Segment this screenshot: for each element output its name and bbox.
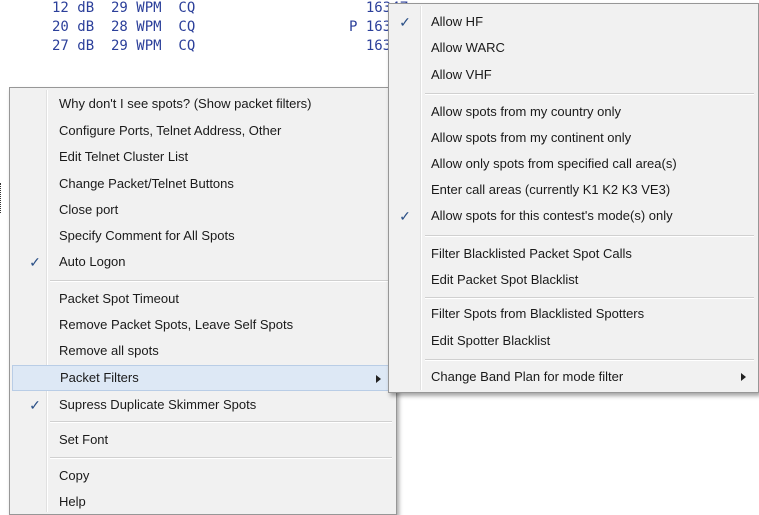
- menu-item-specify-comment[interactable]: Specify Comment for All Spots: [10, 223, 396, 249]
- menu-item-edit-telnet-cluster-list[interactable]: Edit Telnet Cluster List: [10, 144, 396, 170]
- spot-info: 27 dB 29 WPM CQ: [52, 38, 196, 54]
- menu-item-label: Copy: [59, 468, 90, 483]
- menu-item-label: Remove all spots: [59, 343, 159, 358]
- menu-item-label: Allow VHF: [431, 67, 492, 82]
- menu-item-remove-all-spots[interactable]: Remove all spots: [10, 338, 396, 364]
- menu-item-remove-packet-spots[interactable]: Remove Packet Spots, Leave Self Spots: [10, 312, 396, 338]
- chevron-right-icon: [376, 375, 381, 383]
- menu-item-packet-filters[interactable]: Packet Filters: [12, 365, 394, 391]
- window-edge-marker: [0, 183, 4, 213]
- menu-item-label: Allow spots from my continent only: [431, 130, 632, 145]
- menu-item-label: Specify Comment for All Spots: [59, 228, 235, 243]
- menu-item-label: Allow only spots from specified call are…: [431, 156, 677, 171]
- menu-item-auto-logon[interactable]: ✓ Auto Logon: [10, 249, 396, 275]
- spot-list: 12 dB 29 WPM CQ 1634Z 20 dB 28 WPM CQ P 16…: [0, 0, 408, 100]
- menu-item-label: Why don't I see spots? (Show packet filt…: [59, 96, 312, 111]
- submenu-item-enter-call-areas[interactable]: Enter call areas (currently K1 K2 K3 VE3…: [389, 177, 758, 203]
- menu-item-label: Remove Packet Spots, Leave Self Spots: [59, 317, 294, 332]
- menu-item-label: Allow spots from my country only: [431, 104, 622, 119]
- submenu-item-filter-blacklisted-calls[interactable]: Filter Blacklisted Packet Spot Calls: [389, 241, 758, 267]
- submenu-item-edit-packet-blacklist[interactable]: Edit Packet Spot Blacklist: [389, 267, 758, 293]
- spot-info: 20 dB 28 WPM CQ: [52, 19, 196, 35]
- menu-item-label: Change Packet/Telnet Buttons: [59, 176, 234, 191]
- submenu-item-my-continent-only[interactable]: Allow spots from my continent only: [389, 125, 758, 151]
- submenu-item-contest-modes-only[interactable]: ✓ Allow spots for this contest's mode(s)…: [389, 203, 758, 229]
- menu-item-label: Allow HF: [431, 14, 484, 29]
- menu-item-label: Close port: [59, 202, 119, 217]
- spot-row[interactable]: 12 dB 29 WPM CQ 1634Z: [52, 0, 408, 17]
- menu-item-supress-duplicate-skimmer[interactable]: ✓ Supress Duplicate Skimmer Spots: [10, 392, 396, 418]
- submenu-item-allow-vhf[interactable]: Allow VHF: [389, 62, 758, 88]
- menu-item-label: Enter call areas (currently K1 K2 K3 VE3…: [431, 182, 671, 197]
- submenu-item-allow-warc[interactable]: Allow WARC: [389, 35, 758, 61]
- menu-item-label: Edit Spotter Blacklist: [431, 333, 551, 348]
- menu-item-label: Auto Logon: [59, 254, 126, 269]
- menu-item-label: Allow WARC: [431, 40, 505, 55]
- menu-item-label: Edit Packet Spot Blacklist: [431, 272, 579, 287]
- menu-item-change-packet-buttons[interactable]: Change Packet/Telnet Buttons: [10, 171, 396, 197]
- checkmark-icon: ✓: [29, 397, 41, 413]
- menu-item-copy[interactable]: Copy: [10, 463, 396, 489]
- packet-filters-submenu: ✓ Allow HF Allow WARC Allow VHF Allow sp…: [388, 3, 759, 393]
- menu-separator: [50, 457, 392, 459]
- submenu-item-filter-blacklisted-spotters[interactable]: Filter Spots from Blacklisted Spotters: [389, 301, 758, 327]
- menu-item-set-font[interactable]: Set Font: [10, 427, 396, 453]
- packet-context-menu: Why don't I see spots? (Show packet filt…: [9, 87, 397, 515]
- menu-item-label: Packet Spot Timeout: [59, 291, 179, 306]
- menu-item-label: Supress Duplicate Skimmer Spots: [59, 397, 257, 412]
- menu-item-why-no-spots[interactable]: Why don't I see spots? (Show packet filt…: [10, 91, 396, 117]
- menu-item-label: Set Font: [59, 432, 109, 447]
- menu-item-label: Allow spots for this contest's mode(s) o…: [431, 208, 673, 223]
- menu-item-configure-ports[interactable]: Configure Ports, Telnet Address, Other: [10, 118, 396, 144]
- menu-item-label: Help: [59, 494, 86, 509]
- menu-item-label: Packet Filters: [60, 370, 139, 385]
- menu-separator: [425, 93, 754, 95]
- menu-separator: [425, 359, 754, 361]
- spot-info: 12 dB 29 WPM CQ: [52, 0, 196, 16]
- submenu-item-my-country-only[interactable]: Allow spots from my country only: [389, 99, 758, 125]
- menu-item-label: Configure Ports, Telnet Address, Other: [59, 123, 282, 138]
- menu-separator: [425, 297, 754, 299]
- checkmark-icon: ✓: [399, 14, 411, 30]
- submenu-item-allow-hf[interactable]: ✓ Allow HF: [389, 9, 758, 35]
- menu-separator: [50, 280, 392, 282]
- submenu-item-change-band-plan[interactable]: Change Band Plan for mode filter: [389, 364, 758, 390]
- menu-item-packet-spot-timeout[interactable]: Packet Spot Timeout: [10, 286, 396, 312]
- menu-item-label: Filter Blacklisted Packet Spot Calls: [431, 246, 632, 261]
- checkmark-icon: ✓: [29, 254, 41, 270]
- spot-row[interactable]: 27 dB 29 WPM CQ 1634Z: [52, 38, 408, 55]
- menu-separator: [425, 235, 754, 237]
- menu-item-label: Edit Telnet Cluster List: [59, 149, 189, 164]
- submenu-item-edit-spotter-blacklist[interactable]: Edit Spotter Blacklist: [389, 328, 758, 354]
- menu-item-label: Filter Spots from Blacklisted Spotters: [431, 306, 645, 321]
- submenu-item-specified-call-areas[interactable]: Allow only spots from specified call are…: [389, 151, 758, 177]
- menu-separator: [50, 421, 392, 423]
- spot-row[interactable]: 20 dB 28 WPM CQ P 1634Z: [52, 19, 408, 36]
- checkmark-icon: ✓: [399, 208, 411, 224]
- menu-item-label: Change Band Plan for mode filter: [431, 369, 624, 384]
- menu-item-help[interactable]: Help: [10, 489, 396, 515]
- chevron-right-icon: [741, 373, 746, 381]
- menu-item-close-port[interactable]: Close port: [10, 197, 396, 223]
